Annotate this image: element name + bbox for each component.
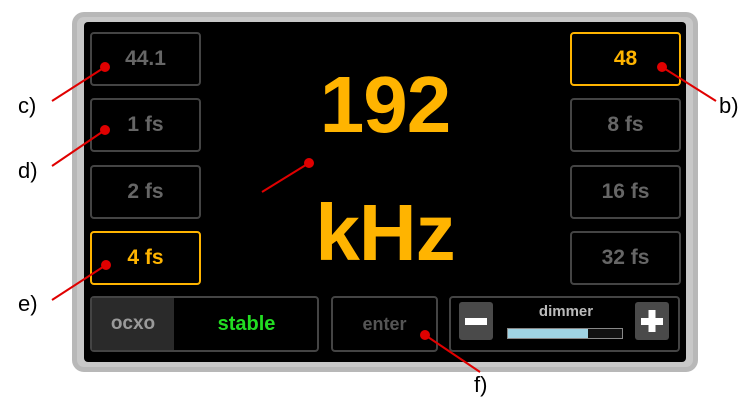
callout-a-line xyxy=(261,162,310,193)
callout-f-label: f) xyxy=(474,372,488,397)
callout-a-label: a) xyxy=(232,188,252,213)
callout-c-label: c) xyxy=(18,93,37,118)
callout-e-dot xyxy=(101,260,111,270)
callout-b-line xyxy=(661,66,717,102)
callout-lines xyxy=(51,62,717,373)
callout-e-line xyxy=(51,264,107,301)
callout-e-label: e) xyxy=(18,291,38,316)
callout-f-dot xyxy=(420,330,430,340)
callout-d-line xyxy=(51,129,106,167)
callout-c-dot xyxy=(100,62,110,72)
callout-d-label: d) xyxy=(18,158,38,183)
callout-d-dot xyxy=(100,125,110,135)
callout-c-line xyxy=(51,66,106,102)
callout-b-dot xyxy=(657,62,667,72)
callout-f-line xyxy=(424,334,481,373)
callout-a-dot xyxy=(304,158,314,168)
callout-b-label: b) xyxy=(719,93,739,118)
